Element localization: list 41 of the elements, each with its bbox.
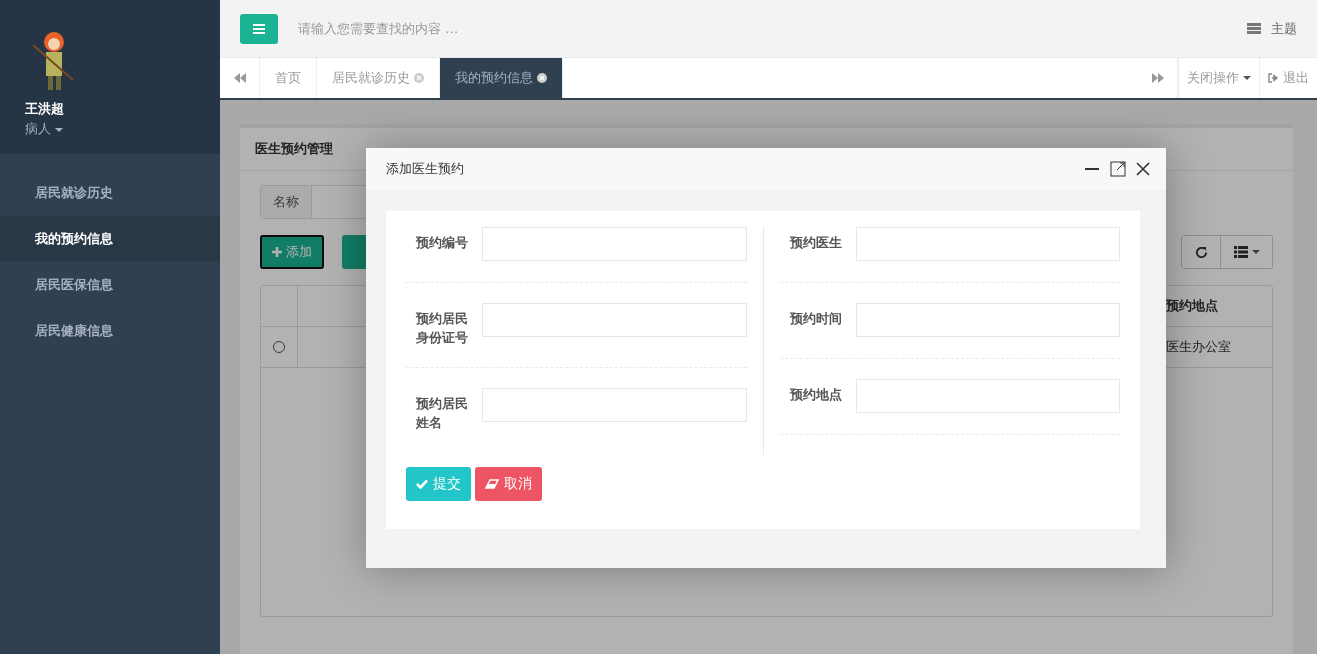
double-left-arrow-icon [233, 73, 246, 83]
input-field[interactable] [482, 303, 747, 337]
field-label: 预约时间 [789, 310, 843, 328]
field-label: 预约地点 [789, 386, 843, 404]
input-field[interactable] [855, 227, 1120, 261]
refresh-icon [1194, 245, 1208, 259]
sidebar-item[interactable]: 居民健康信息 [0, 308, 220, 354]
role-dropdown[interactable]: 病人 [25, 120, 64, 138]
close-icon[interactable] [1136, 162, 1150, 176]
cancel-button[interactable]: 取消 [475, 467, 542, 501]
list-icon [1233, 246, 1248, 258]
menu-icon [253, 23, 265, 34]
menu-button[interactable] [240, 13, 278, 44]
input-field[interactable] [482, 227, 747, 261]
columns-dropdown[interactable] [1220, 236, 1272, 268]
input-field[interactable] [482, 388, 747, 422]
table-cell-text: 医生办公室 [1165, 338, 1232, 356]
sidebar-item[interactable]: 居民就诊历史 [0, 170, 220, 216]
sidebar-item[interactable]: 居民医保信息 [0, 262, 220, 308]
close-icon[interactable] [537, 73, 547, 83]
sidebar-item[interactable]: 我的预约信息 [0, 216, 220, 262]
field-label: 预约编号 [416, 234, 469, 252]
field-label: 预约居民姓名 [416, 395, 469, 432]
page-tab[interactable]: 首页 [260, 58, 317, 98]
double-right-arrow-icon [1151, 73, 1164, 83]
add-button[interactable]: 添加 [260, 235, 324, 269]
logout-icon [1268, 73, 1279, 83]
field-label: 预约医生 [789, 234, 843, 252]
page-tab[interactable]: 我的预约信息 [440, 58, 563, 98]
search-field[interactable]: 请输入您需要查找的内容 … [296, 20, 600, 37]
input-field[interactable] [855, 379, 1120, 413]
list-icon [1247, 23, 1261, 34]
user-name: 王洪超 [25, 100, 65, 118]
check-icon [416, 479, 428, 489]
theme-link[interactable]: 主题 [1247, 19, 1297, 38]
eraser-icon [485, 479, 499, 489]
maximize-icon[interactable] [1110, 161, 1126, 177]
input-field[interactable] [855, 303, 1120, 337]
field-label: 预约居民身份证号 [416, 310, 469, 347]
column-header: 预约地点 [1165, 297, 1219, 315]
plus-icon [272, 247, 282, 257]
